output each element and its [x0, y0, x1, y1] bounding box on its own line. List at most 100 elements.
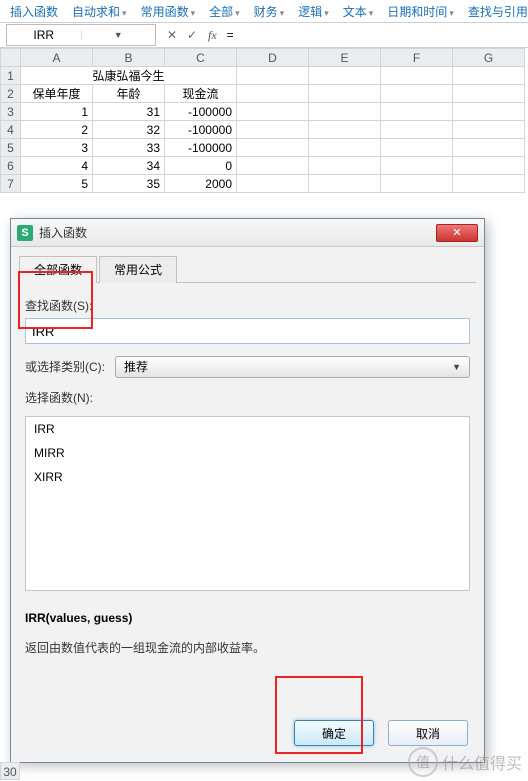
cell[interactable]	[453, 157, 525, 175]
function-description: 返回由数值代表的一组现金流的内部收益率。	[25, 639, 470, 656]
col-header[interactable]: A	[21, 49, 93, 67]
watermark-icon: 值	[408, 747, 438, 777]
cell[interactable]	[381, 175, 453, 193]
cell[interactable]: 年龄	[93, 85, 165, 103]
cell[interactable]: 保单年度	[21, 85, 93, 103]
cell[interactable]	[309, 139, 381, 157]
cell[interactable]: 0	[165, 157, 237, 175]
tb-lookup[interactable]: 查找与引用	[462, 3, 528, 20]
list-item[interactable]: XIRR	[26, 465, 469, 489]
cell[interactable]	[453, 67, 525, 85]
function-listbox[interactable]: IRR MIRR XIRR	[25, 416, 470, 591]
cell[interactable]	[237, 139, 309, 157]
select-fn-label: 选择函数(N):	[25, 389, 470, 406]
cell[interactable]: -100000	[165, 139, 237, 157]
tb-all[interactable]: 全部	[203, 3, 246, 20]
list-item[interactable]: IRR	[26, 417, 469, 441]
cell[interactable]: 31	[93, 103, 165, 121]
insert-function-dialog: S 插入函数 ✕ 全部函数 常用公式 查找函数(S): 或选择类别(C): 推荐…	[10, 218, 485, 763]
tb-finance[interactable]: 财务	[248, 3, 291, 20]
cell[interactable]	[237, 103, 309, 121]
cell[interactable]: 5	[21, 175, 93, 193]
cell[interactable]: 2	[21, 121, 93, 139]
cell[interactable]	[381, 157, 453, 175]
cell[interactable]	[309, 157, 381, 175]
cell[interactable]	[453, 85, 525, 103]
col-header[interactable]: D	[237, 49, 309, 67]
tb-common-fn[interactable]: 常用函数	[135, 3, 202, 20]
name-box-value: IRR	[7, 28, 81, 42]
fx-icon[interactable]: fx	[202, 28, 223, 43]
category-value: 推荐	[124, 358, 148, 375]
spreadsheet-grid[interactable]: A B C D E F G 1 弘康弘福今生 2 保单年度 年龄 现金流 313…	[0, 48, 528, 193]
close-icon[interactable]: ✕	[436, 224, 478, 242]
row-header[interactable]: 3	[1, 103, 21, 121]
row-header[interactable]: 30	[0, 762, 20, 780]
col-header[interactable]: E	[309, 49, 381, 67]
cell[interactable]	[237, 67, 309, 85]
cell[interactable]: 现金流	[165, 85, 237, 103]
tab-all-functions[interactable]: 全部函数	[19, 256, 97, 283]
col-header[interactable]: F	[381, 49, 453, 67]
cell[interactable]	[381, 67, 453, 85]
category-select[interactable]: 推荐 ▼	[115, 356, 470, 378]
cell[interactable]	[453, 103, 525, 121]
row-header[interactable]: 2	[1, 85, 21, 103]
cell[interactable]	[309, 175, 381, 193]
dialog-titlebar[interactable]: S 插入函数 ✕	[11, 219, 484, 247]
cell[interactable]	[381, 103, 453, 121]
name-box-dropdown-icon[interactable]: ▼	[81, 30, 156, 40]
formula-bar: IRR ▼ ✕ ✓ fx	[0, 22, 528, 48]
tb-text[interactable]: 文本	[337, 3, 380, 20]
search-function-input[interactable]	[25, 318, 470, 344]
ribbon-toolbar: 插入函数 自动求和 常用函数 全部 财务 逻辑 文本 日期和时间 查找与引用	[0, 0, 528, 22]
row-header[interactable]: 5	[1, 139, 21, 157]
list-item[interactable]: MIRR	[26, 441, 469, 465]
cell[interactable]	[237, 157, 309, 175]
cell[interactable]: 33	[93, 139, 165, 157]
cell[interactable]	[453, 121, 525, 139]
cell[interactable]: -100000	[165, 121, 237, 139]
row-header[interactable]: 4	[1, 121, 21, 139]
select-all-corner[interactable]	[1, 49, 21, 67]
cell[interactable]: 34	[93, 157, 165, 175]
col-header[interactable]: G	[453, 49, 525, 67]
cell[interactable]	[309, 67, 381, 85]
cell[interactable]: -100000	[165, 103, 237, 121]
cancel-button[interactable]: 取消	[388, 720, 468, 746]
tb-autosum[interactable]: 自动求和	[66, 3, 133, 20]
tb-insert-fn[interactable]: 插入函数	[4, 3, 64, 20]
cell[interactable]: 2000	[165, 175, 237, 193]
name-box[interactable]: IRR ▼	[6, 24, 156, 46]
row-header[interactable]: 7	[1, 175, 21, 193]
ok-button[interactable]: 确定	[294, 720, 374, 746]
cell[interactable]	[237, 175, 309, 193]
cell[interactable]	[381, 85, 453, 103]
cell[interactable]	[309, 121, 381, 139]
col-header[interactable]: B	[93, 49, 165, 67]
cell[interactable]: 4	[21, 157, 93, 175]
cell[interactable]	[453, 175, 525, 193]
cell[interactable]	[453, 139, 525, 157]
cell[interactable]	[309, 85, 381, 103]
cell[interactable]	[381, 121, 453, 139]
formula-input[interactable]	[223, 24, 528, 46]
cancel-icon[interactable]: ✕	[162, 28, 182, 42]
tb-logic[interactable]: 逻辑	[292, 3, 335, 20]
cell[interactable]: 3	[21, 139, 93, 157]
confirm-icon[interactable]: ✓	[182, 28, 202, 42]
row-header[interactable]: 6	[1, 157, 21, 175]
col-header[interactable]: C	[165, 49, 237, 67]
cell[interactable]	[381, 139, 453, 157]
tab-common-formula[interactable]: 常用公式	[99, 256, 177, 283]
cell[interactable]	[237, 121, 309, 139]
function-signature: IRR(values, guess)	[25, 611, 470, 625]
cell[interactable]: 35	[93, 175, 165, 193]
cell[interactable]	[237, 85, 309, 103]
cell[interactable]: 1	[21, 103, 93, 121]
row-header[interactable]: 1	[1, 67, 21, 85]
tb-datetime[interactable]: 日期和时间	[381, 3, 460, 20]
cell[interactable]: 32	[93, 121, 165, 139]
cell[interactable]	[309, 103, 381, 121]
cell[interactable]: 弘康弘福今生	[21, 67, 237, 85]
